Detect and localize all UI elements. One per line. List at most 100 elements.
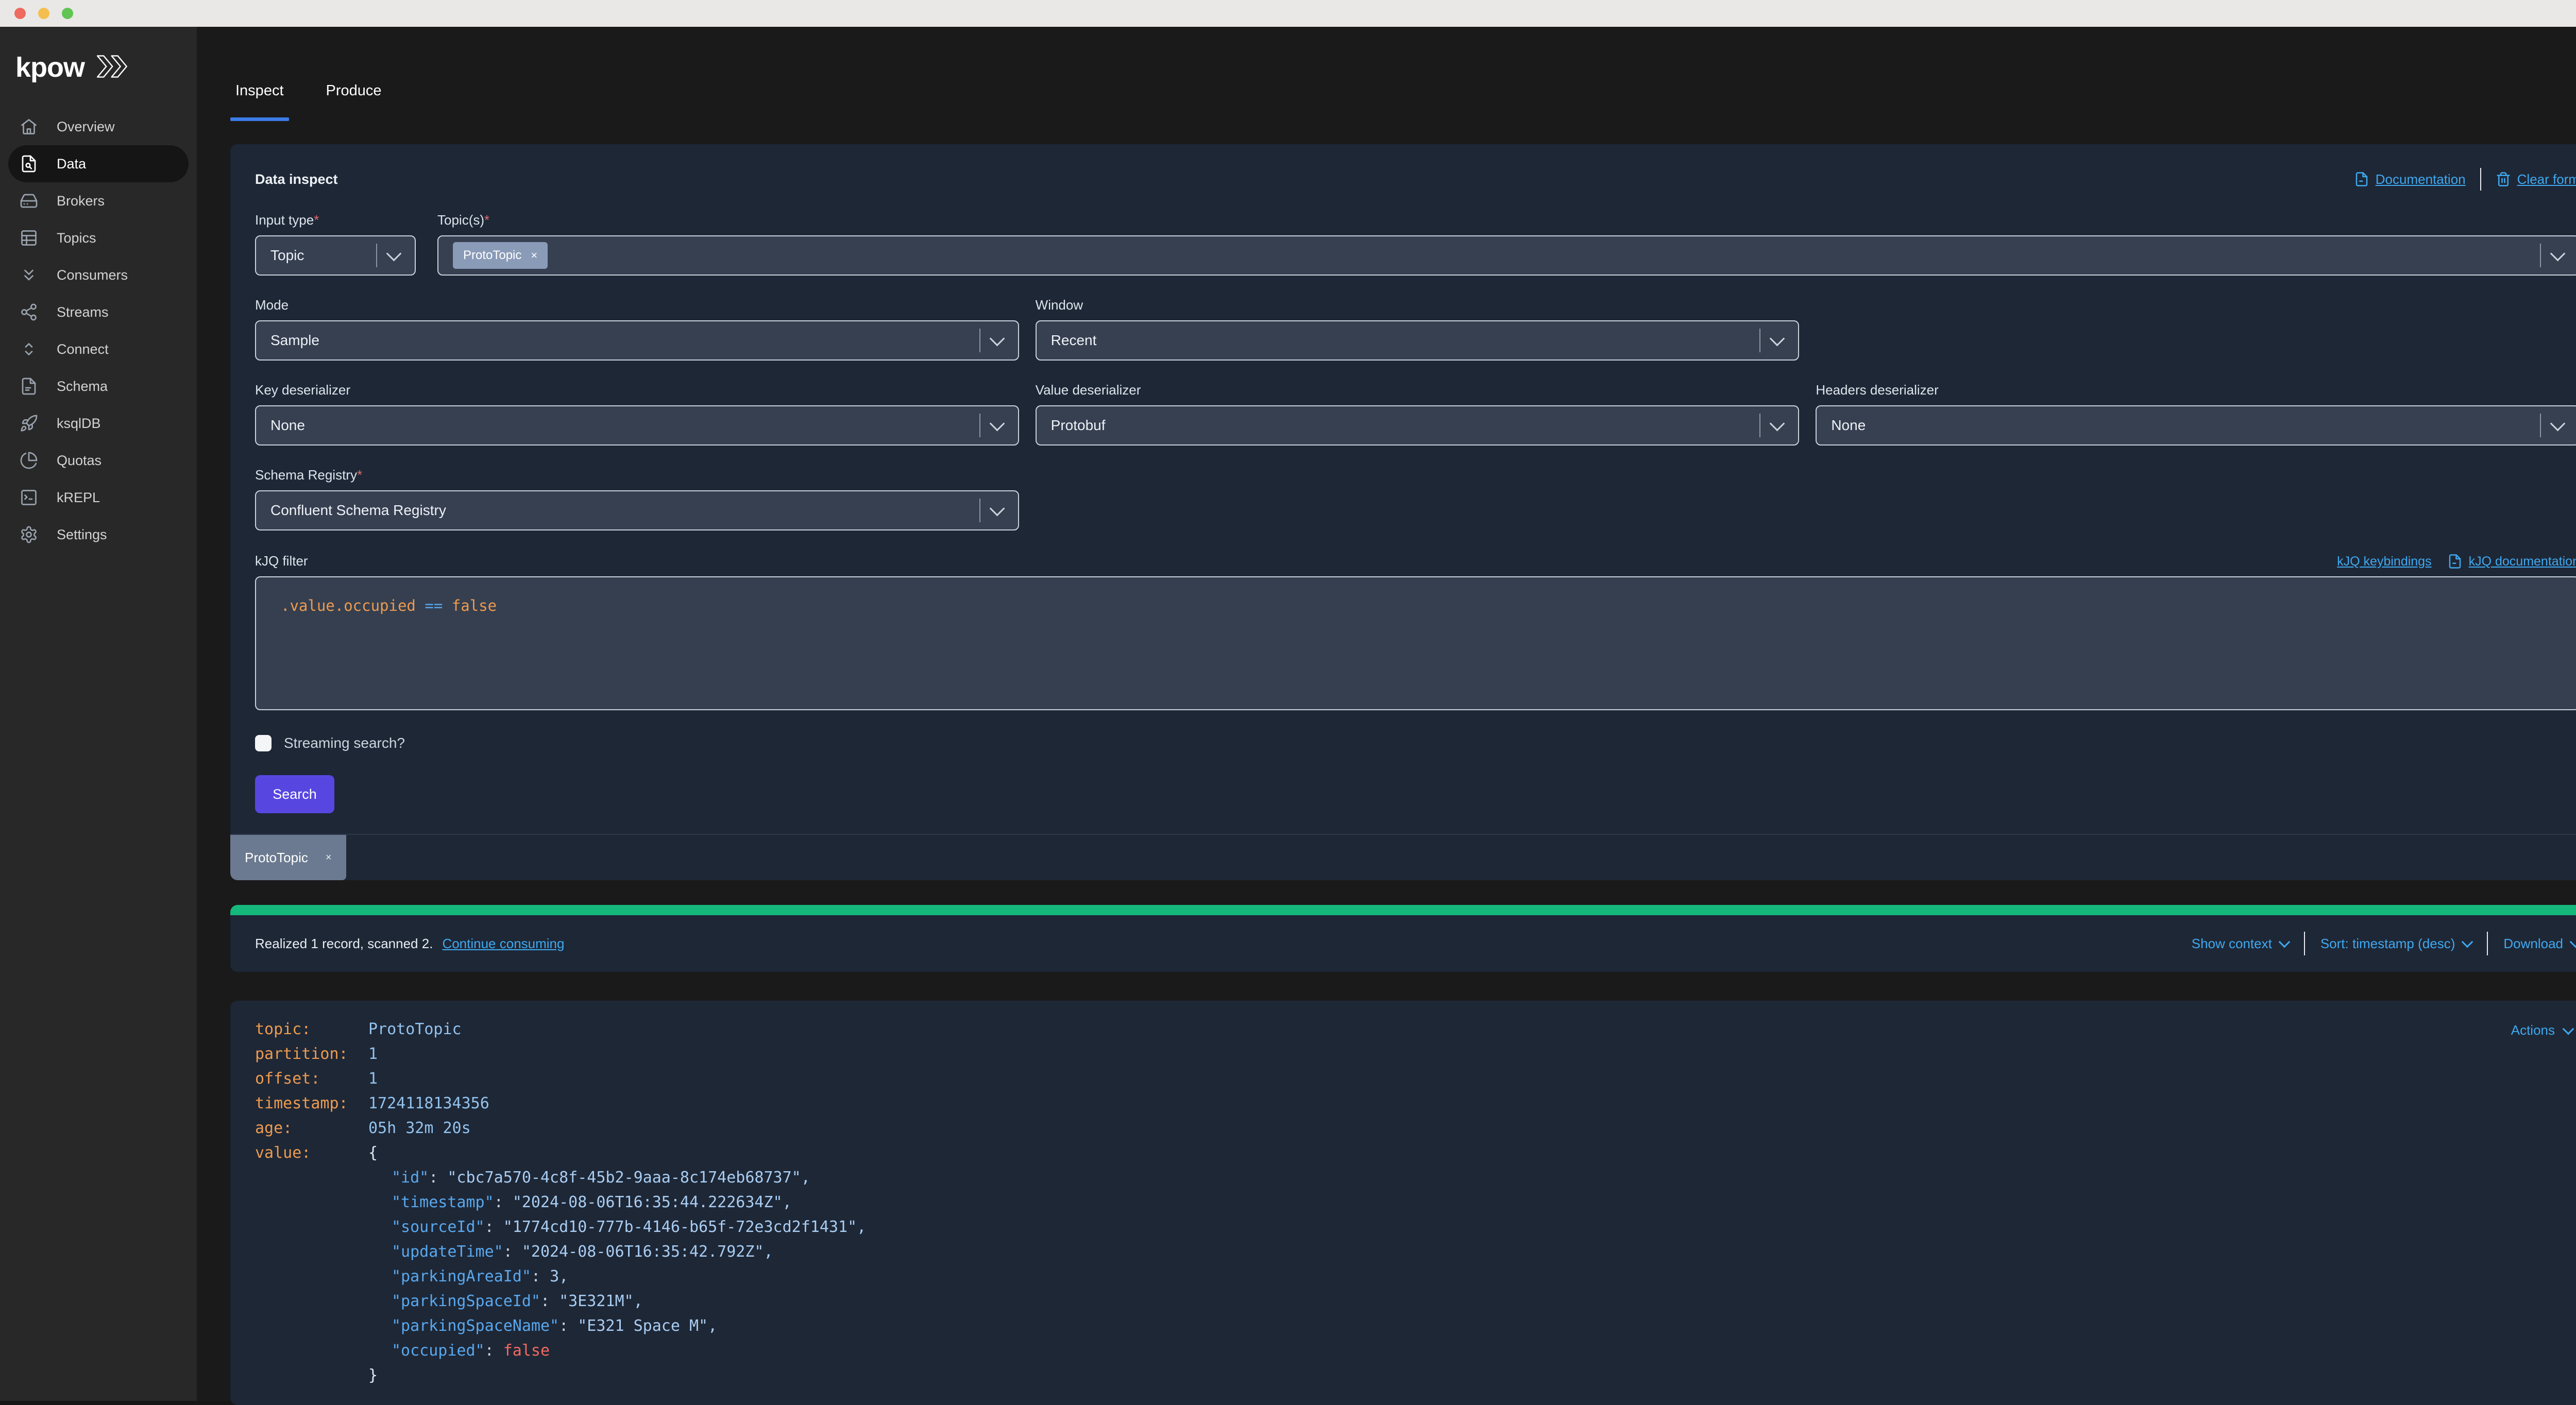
kjq-keybindings-link[interactable]: kJQ keybindings bbox=[2337, 554, 2431, 569]
window-minimize-button[interactable] bbox=[38, 8, 49, 19]
kjq-documentation-link[interactable]: kJQ documentation bbox=[2447, 554, 2576, 569]
sidebar-item-schema[interactable]: Schema bbox=[8, 368, 189, 405]
document-icon bbox=[2447, 554, 2463, 569]
chevron-down-icon bbox=[2279, 936, 2291, 948]
topic-tabs-row: ProtoTopic × bbox=[230, 834, 2576, 880]
clear-form-link[interactable]: Clear form bbox=[2496, 172, 2576, 187]
sidebar-item-settings[interactable]: Settings bbox=[8, 516, 189, 553]
chevron-down-icon bbox=[989, 331, 1005, 346]
key-deserializer-label: Key deserializer bbox=[255, 382, 1019, 398]
topic-result-tab[interactable]: ProtoTopic × bbox=[230, 835, 346, 880]
sidebar-item-quotas[interactable]: Quotas bbox=[8, 442, 189, 479]
window-close-button[interactable] bbox=[14, 8, 26, 19]
streaming-search-label: Streaming search? bbox=[284, 735, 405, 751]
sidebar-item-connect[interactable]: Connect bbox=[8, 331, 189, 368]
rocket-icon bbox=[20, 414, 38, 433]
chevrons-down-icon bbox=[20, 266, 38, 284]
terminal-icon bbox=[20, 488, 38, 507]
schema-registry-label: Schema Registry* bbox=[255, 467, 1019, 483]
sidebar-item-data[interactable]: Data bbox=[8, 145, 189, 182]
home-icon bbox=[20, 117, 38, 136]
divider bbox=[2487, 932, 2488, 955]
topic-chip: ProtoTopic × bbox=[453, 242, 548, 269]
continue-consuming-link[interactable]: Continue consuming bbox=[442, 936, 564, 952]
topics-multiselect[interactable]: ProtoTopic × bbox=[437, 235, 2576, 276]
share-icon bbox=[20, 303, 38, 321]
trash-icon bbox=[2496, 172, 2511, 187]
sidebar-item-krepl[interactable]: kREPL bbox=[8, 479, 189, 516]
sidebar-item-consumers[interactable]: Consumers bbox=[8, 256, 189, 294]
scan-progress-bar bbox=[230, 905, 2576, 915]
sidebar-item-label: Connect bbox=[57, 341, 109, 357]
sidebar-item-brokers[interactable]: Brokers bbox=[8, 182, 189, 219]
chevron-down-icon bbox=[2550, 246, 2566, 261]
logo-text: kpow bbox=[15, 54, 84, 81]
kjq-filter-label: kJQ filter bbox=[255, 553, 308, 569]
schema-registry-select[interactable]: Confluent Schema Registry bbox=[255, 490, 1019, 530]
tab-produce[interactable]: Produce bbox=[326, 81, 382, 121]
value-deserializer-select[interactable]: Protobuf bbox=[1036, 405, 1800, 446]
chevron-down-icon bbox=[386, 246, 402, 261]
sidebar-item-label: ksqlDB bbox=[57, 416, 101, 432]
gear-icon bbox=[20, 525, 38, 544]
chevron-down-icon bbox=[989, 416, 1005, 431]
realized-status-text: Realized 1 record, scanned 2. bbox=[255, 936, 433, 952]
divider bbox=[2304, 932, 2305, 955]
sidebar-item-label: Settings bbox=[57, 527, 107, 543]
value-deserializer-label: Value deserializer bbox=[1036, 382, 1800, 398]
download-dropdown[interactable]: Download bbox=[2503, 936, 2576, 952]
sidebar-item-label: kREPL bbox=[57, 490, 100, 506]
input-type-select[interactable]: Topic bbox=[255, 235, 416, 276]
key-deserializer-select[interactable]: None bbox=[255, 405, 1019, 446]
data-inspect-panel: Data inspect Documentation Clear form bbox=[230, 144, 2576, 880]
search-button[interactable]: Search bbox=[255, 775, 334, 813]
sidebar-item-label: Data bbox=[57, 156, 86, 172]
sidebar-item-label: Consumers bbox=[57, 267, 128, 283]
input-type-label: Input type* bbox=[255, 212, 416, 228]
sidebar-item-label: Topics bbox=[57, 230, 96, 246]
kjq-filter-editor[interactable]: .value.occupied == false bbox=[255, 576, 2576, 710]
window-zoom-button[interactable] bbox=[62, 8, 73, 19]
documentation-link[interactable]: Documentation bbox=[2354, 172, 2466, 187]
main-content: Inspect Produce Data inspect Documentati… bbox=[197, 27, 2576, 1401]
divider bbox=[2480, 168, 2481, 191]
sidebar-nav: Overview Data Brokers Topics Consumers S… bbox=[0, 108, 197, 553]
headers-deserializer-label: Headers deserializer bbox=[1816, 382, 2576, 398]
chevron-down-icon bbox=[1770, 416, 1785, 431]
chevron-down-icon bbox=[2550, 416, 2566, 431]
chevrons-up-down-icon bbox=[20, 340, 38, 358]
document-icon bbox=[2354, 172, 2369, 187]
sidebar-item-topics[interactable]: Topics bbox=[8, 219, 189, 256]
headers-deserializer-select[interactable]: None bbox=[1816, 405, 2576, 446]
file-text-icon bbox=[20, 377, 38, 396]
streaming-search-row: Streaming search? bbox=[255, 735, 2576, 751]
table-icon bbox=[20, 229, 38, 247]
sidebar-item-label: Overview bbox=[57, 119, 115, 135]
streaming-search-checkbox[interactable] bbox=[255, 735, 272, 751]
sidebar-item-label: Quotas bbox=[57, 453, 101, 469]
sidebar-item-label: Brokers bbox=[57, 193, 105, 209]
sidebar-item-label: Streams bbox=[57, 304, 109, 320]
file-search-icon bbox=[20, 155, 38, 173]
record-actions-dropdown[interactable]: Actions bbox=[2511, 1022, 2572, 1038]
chevron-down-icon bbox=[989, 501, 1005, 516]
record-panel: Actions topic:ProtoTopic partition:1 off… bbox=[230, 1001, 2576, 1405]
sort-dropdown[interactable]: Sort: timestamp (desc) bbox=[2320, 936, 2472, 952]
sidebar-item-streams[interactable]: Streams bbox=[8, 294, 189, 331]
show-context-dropdown[interactable]: Show context bbox=[2192, 936, 2289, 952]
remove-topic-icon[interactable]: × bbox=[531, 249, 537, 262]
kpow-logo: kpow bbox=[15, 53, 197, 82]
double-chevron-icon bbox=[94, 54, 133, 81]
hard-drive-icon bbox=[20, 192, 38, 210]
panel-title: Data inspect bbox=[255, 172, 338, 187]
sidebar-item-ksqldb[interactable]: ksqlDB bbox=[8, 405, 189, 442]
window-select[interactable]: Recent bbox=[1036, 320, 1800, 361]
results-status-panel: Realized 1 record, scanned 2. Continue c… bbox=[230, 905, 2576, 972]
sidebar-item-overview[interactable]: Overview bbox=[8, 108, 189, 145]
sidebar: kpow Overview Data Brokers Topics bbox=[0, 27, 197, 1401]
close-icon[interactable]: × bbox=[326, 852, 332, 864]
tab-inspect[interactable]: Inspect bbox=[235, 81, 284, 121]
mode-select[interactable]: Sample bbox=[255, 320, 1019, 361]
chevron-down-icon bbox=[2570, 936, 2576, 948]
tab-bar: Inspect Produce bbox=[230, 27, 2576, 121]
